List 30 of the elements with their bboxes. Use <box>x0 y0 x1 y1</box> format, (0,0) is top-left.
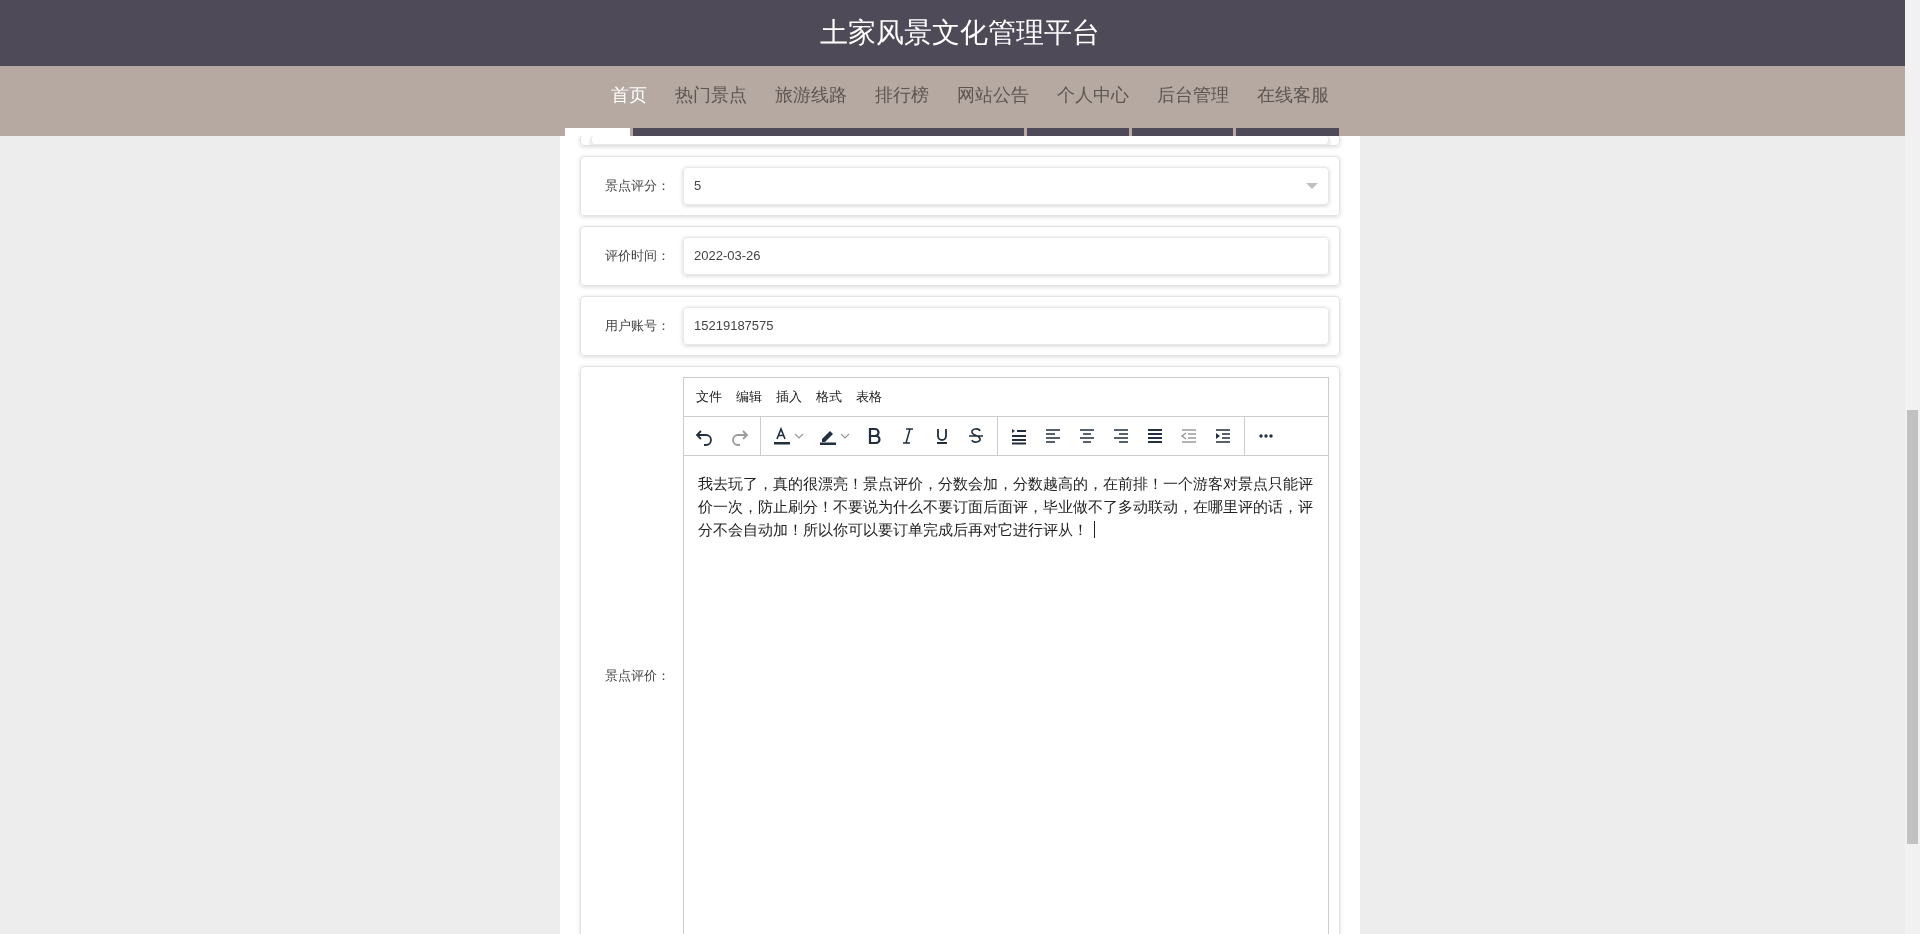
align-right-icon <box>1111 426 1131 446</box>
editor-menu-item[interactable]: 文件 <box>690 387 728 407</box>
indent-icon <box>1213 426 1233 446</box>
align-left-icon <box>1043 426 1063 446</box>
dropdown-caret-icon <box>1306 183 1318 189</box>
text-color-icon <box>772 426 792 446</box>
input-field[interactable] <box>591 136 1329 145</box>
editor-menu-item[interactable]: 插入 <box>770 387 808 407</box>
field-label: 用户账号： <box>603 317 671 336</box>
strikethrough-icon <box>966 426 986 446</box>
text-cursor <box>1094 521 1095 538</box>
field-label: 景点评价： <box>603 667 671 686</box>
chevron-down-icon <box>794 432 804 440</box>
field-label: 评价时间： <box>603 247 671 266</box>
editor-text[interactable]: 我去玩了，真的很漂亮！景点评价，分数会加，分数越高的，在前排！一个游客对景点只能评价一次，防止刷分！不要说为什么不要订面后面评，毕业做不了多动联动，在哪里评的话，评分不会自动加！所以你可以要订单完成后再对它进行评从！ <box>698 472 1314 541</box>
justify-icon <box>1145 426 1165 446</box>
outdent-icon <box>1179 426 1199 446</box>
input-field[interactable]: 2022-03-26 <box>683 237 1329 275</box>
editor-menu-item[interactable]: 表格 <box>850 387 888 407</box>
editor-menu-item[interactable]: 格式 <box>810 387 848 407</box>
select-field[interactable]: 5 <box>683 167 1329 205</box>
line-spacing-icon <box>1009 426 1029 446</box>
align-center-icon <box>1077 426 1097 446</box>
scrollbar-thumb[interactable] <box>1907 410 1918 844</box>
chevron-down-icon <box>840 432 850 440</box>
field-label: 景点评分： <box>603 177 671 196</box>
editor-menu-item[interactable]: 编辑 <box>730 387 768 407</box>
site-title: 土家风景文化管理平台 <box>820 16 1100 50</box>
more-icon <box>1259 434 1273 438</box>
input-field[interactable]: 15219187575 <box>683 307 1329 345</box>
